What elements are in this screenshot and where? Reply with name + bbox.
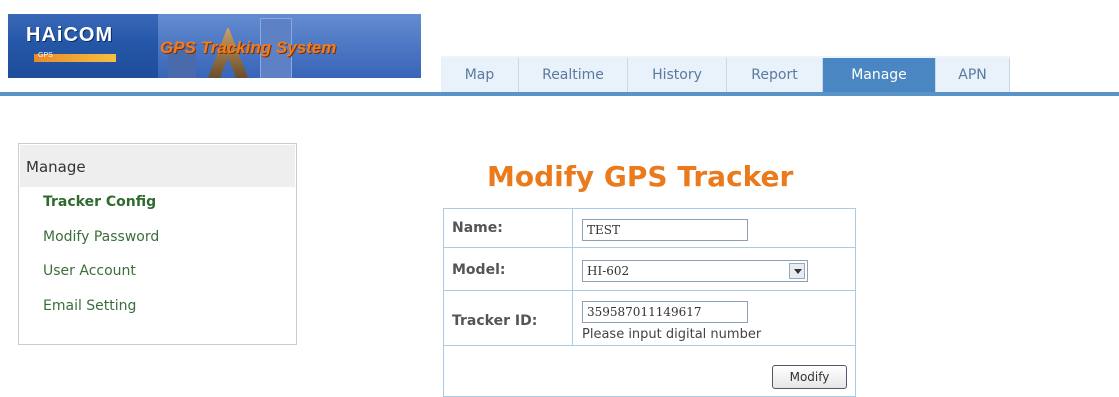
header-banner: HAiCOM GPS GPS Tracking System [8,14,421,78]
name-label: Name: [452,220,503,236]
form-row-divider [444,345,855,346]
tab-report[interactable]: Report [727,58,823,92]
chevron-down-icon[interactable] [789,263,805,279]
tab-map[interactable]: Map [441,58,519,92]
tracker-form: Name: TEST Model: HI-602 Tracker ID: 359… [443,208,856,397]
form-row-divider [444,247,855,248]
brand-logo-sub: GPS [38,52,53,59]
brand-logo-strip: GPS [34,52,116,62]
modify-button[interactable]: Modify [772,365,847,389]
nav-divider [0,92,1119,96]
sidebar-item-tracker-config[interactable]: Tracker Config [43,194,156,210]
tab-realtime[interactable]: Realtime [519,58,628,92]
tracker-id-label: Tracker ID: [452,313,538,329]
brand-logo: HAiCOM [26,24,114,46]
model-label: Model: [452,262,506,278]
name-input[interactable]: TEST [582,219,748,241]
system-title: GPS Tracking System [160,38,337,57]
page-title: Modify GPS Tracker [487,160,794,193]
form-column-divider [572,209,573,345]
tab-apn[interactable]: APN [936,58,1010,92]
sidebar-item-user-account[interactable]: User Account [43,263,136,279]
tracker-id-input[interactable]: 359587011149617 [582,301,748,323]
model-select-value: HI-602 [587,264,630,278]
sidebar-item-modify-password[interactable]: Modify Password [43,229,159,245]
tab-manage[interactable]: Manage [823,58,936,92]
model-select[interactable]: HI-602 [582,260,808,282]
tracker-id-hint: Please input digital number [582,327,762,342]
tab-history[interactable]: History [628,58,727,92]
sidebar-header: Manage [20,145,295,187]
form-row-divider [444,290,855,291]
sidebar-item-email-setting[interactable]: Email Setting [43,298,136,314]
sidebar-title: Manage [26,158,86,176]
sidebar: Manage Tracker Config Modify Password Us… [18,143,297,345]
